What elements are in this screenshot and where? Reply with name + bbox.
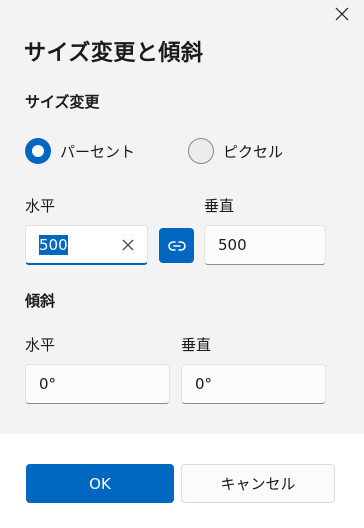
resize-horizontal-input[interactable]: 500 [25, 225, 148, 265]
dialog-title: サイズ変更と傾斜 [24, 41, 204, 66]
clear-icon[interactable] [121, 238, 135, 252]
radio-percent[interactable]: パーセント [25, 138, 135, 164]
radio-pixel-label: ピクセル [223, 142, 284, 161]
aspect-ratio-lock-button[interactable] [159, 228, 194, 263]
close-button[interactable] [328, 2, 356, 26]
radio-percent-label: パーセント [60, 142, 136, 161]
link-icon [167, 240, 186, 251]
radio-pixel[interactable]: ピクセル [188, 138, 283, 164]
resize-vertical-input[interactable]: 500 [204, 225, 326, 265]
skew-vertical-label: 垂直 [181, 336, 212, 354]
radio-pixel-indicator [188, 138, 214, 164]
resize-horizontal-label: 水平 [25, 197, 56, 215]
cancel-button[interactable]: キャンセル [181, 464, 335, 503]
resize-vertical-label: 垂直 [204, 197, 235, 215]
skew-horizontal-input[interactable]: 0° [25, 364, 170, 404]
skew-vertical-input[interactable]: 0° [181, 364, 326, 404]
skew-horizontal-value: 0° [39, 375, 57, 393]
resize-vertical-value: 500 [218, 236, 247, 254]
close-icon [335, 7, 349, 21]
skew-horizontal-label: 水平 [25, 336, 56, 354]
resize-horizontal-value: 500 [39, 234, 68, 255]
dialog-footer: OK キャンセル [0, 434, 364, 528]
ok-button[interactable]: OK [26, 464, 174, 503]
skew-heading: 傾斜 [25, 292, 56, 310]
resize-heading: サイズ変更 [25, 93, 100, 111]
dialog-body: サイズ変更と傾斜 サイズ変更 パーセント ピクセル 水平 垂直 500 500 … [0, 0, 364, 434]
skew-vertical-value: 0° [195, 375, 213, 393]
radio-percent-indicator [25, 138, 51, 164]
